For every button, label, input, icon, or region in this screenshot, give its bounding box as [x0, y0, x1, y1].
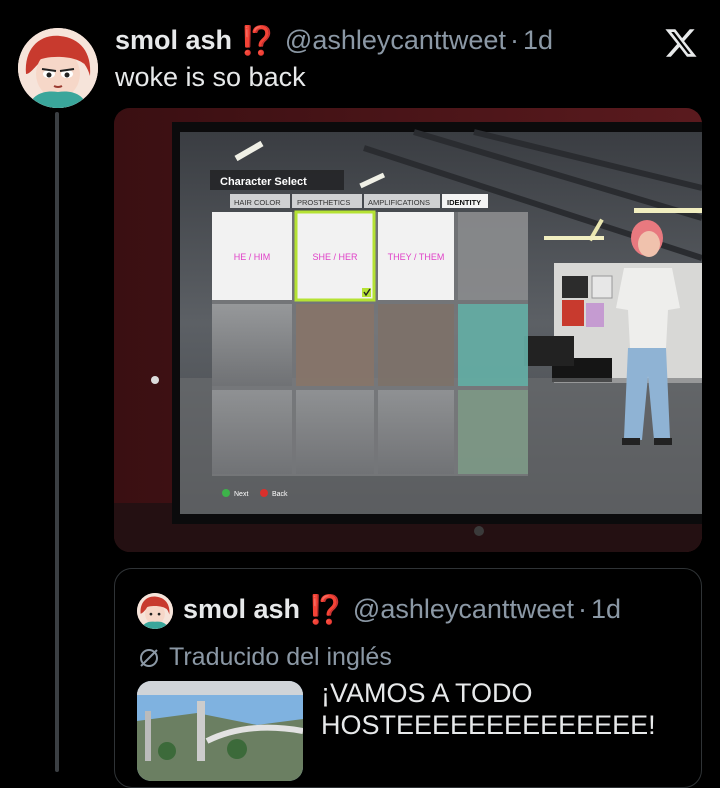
game-screenshot-photo: Character Select HAIR COLOR PROSTHETICS …: [114, 108, 702, 552]
translated-label: Traducido del inglés: [169, 643, 392, 671]
display-name[interactable]: smol ash: [115, 25, 232, 56]
tweet-header: smol ash ⁉️ @ashleycanttweet · 1d: [115, 24, 553, 57]
user-handle[interactable]: @ashleycanttweet: [285, 25, 506, 56]
timestamp[interactable]: 1d: [523, 25, 553, 56]
quoted-avatar[interactable]: [137, 593, 173, 629]
quoted-timestamp[interactable]: 1d: [591, 594, 621, 625]
interrobang-emoji: ⁉️: [240, 25, 275, 56]
translated-indicator[interactable]: Traducido del inglés: [137, 643, 392, 672]
avatar[interactable]: [18, 28, 98, 108]
avatar-illustration: [18, 28, 98, 108]
quoted-display-name[interactable]: smol ash: [183, 594, 300, 625]
b-button-icon: [260, 489, 268, 497]
a-button-icon: [222, 489, 230, 497]
next-label: Next: [234, 491, 248, 498]
quoted-text-line-2: HOSTEEEEEEEEEEEEEE!: [321, 710, 656, 740]
quoted-user-handle[interactable]: @ashleycanttweet: [353, 594, 574, 625]
tab-prosthetics: PROSTHETICS: [297, 198, 350, 207]
tweet-media-image[interactable]: Character Select HAIR COLOR PROSTHETICS …: [114, 108, 702, 552]
option-she-her: SHE / HER: [312, 252, 358, 262]
x-logo-icon[interactable]: [664, 26, 698, 60]
option-they-them: THEY / THEM: [388, 252, 445, 262]
quoted-interrobang-emoji: ⁉️: [308, 594, 343, 625]
option-he-him: HE / HIM: [234, 252, 271, 262]
quoted-avatar-illustration: [137, 593, 173, 629]
translate-globe-icon: [140, 648, 158, 667]
game-title: Character Select: [220, 176, 307, 188]
quoted-tweet-header: smol ash ⁉️ @ashleycanttweet · 1d: [183, 593, 621, 626]
separator-dot: ·: [509, 25, 519, 55]
quoted-tweet-text: ¡VAMOS A TODO HOSTEEEEEEEEEEEEEE!: [321, 677, 681, 741]
quoted-tweet[interactable]: smol ash ⁉️ @ashleycanttweet · 1d Traduc…: [114, 568, 702, 788]
tweet-text: woke is so back: [115, 62, 306, 92]
quoted-separator-dot: ·: [577, 594, 587, 624]
back-label: Back: [272, 491, 288, 498]
tab-hair-color: HAIR COLOR: [234, 198, 281, 207]
thread-line: [55, 112, 59, 772]
tab-amplifications: AMPLIFICATIONS: [368, 198, 430, 207]
quoted-text-line-1: ¡VAMOS A TODO: [321, 678, 533, 708]
quoted-thumbnail-image: [137, 681, 303, 781]
quoted-media-thumbnail[interactable]: [137, 681, 303, 781]
tab-identity: IDENTITY: [447, 198, 481, 207]
xbox-icon: [151, 376, 159, 384]
